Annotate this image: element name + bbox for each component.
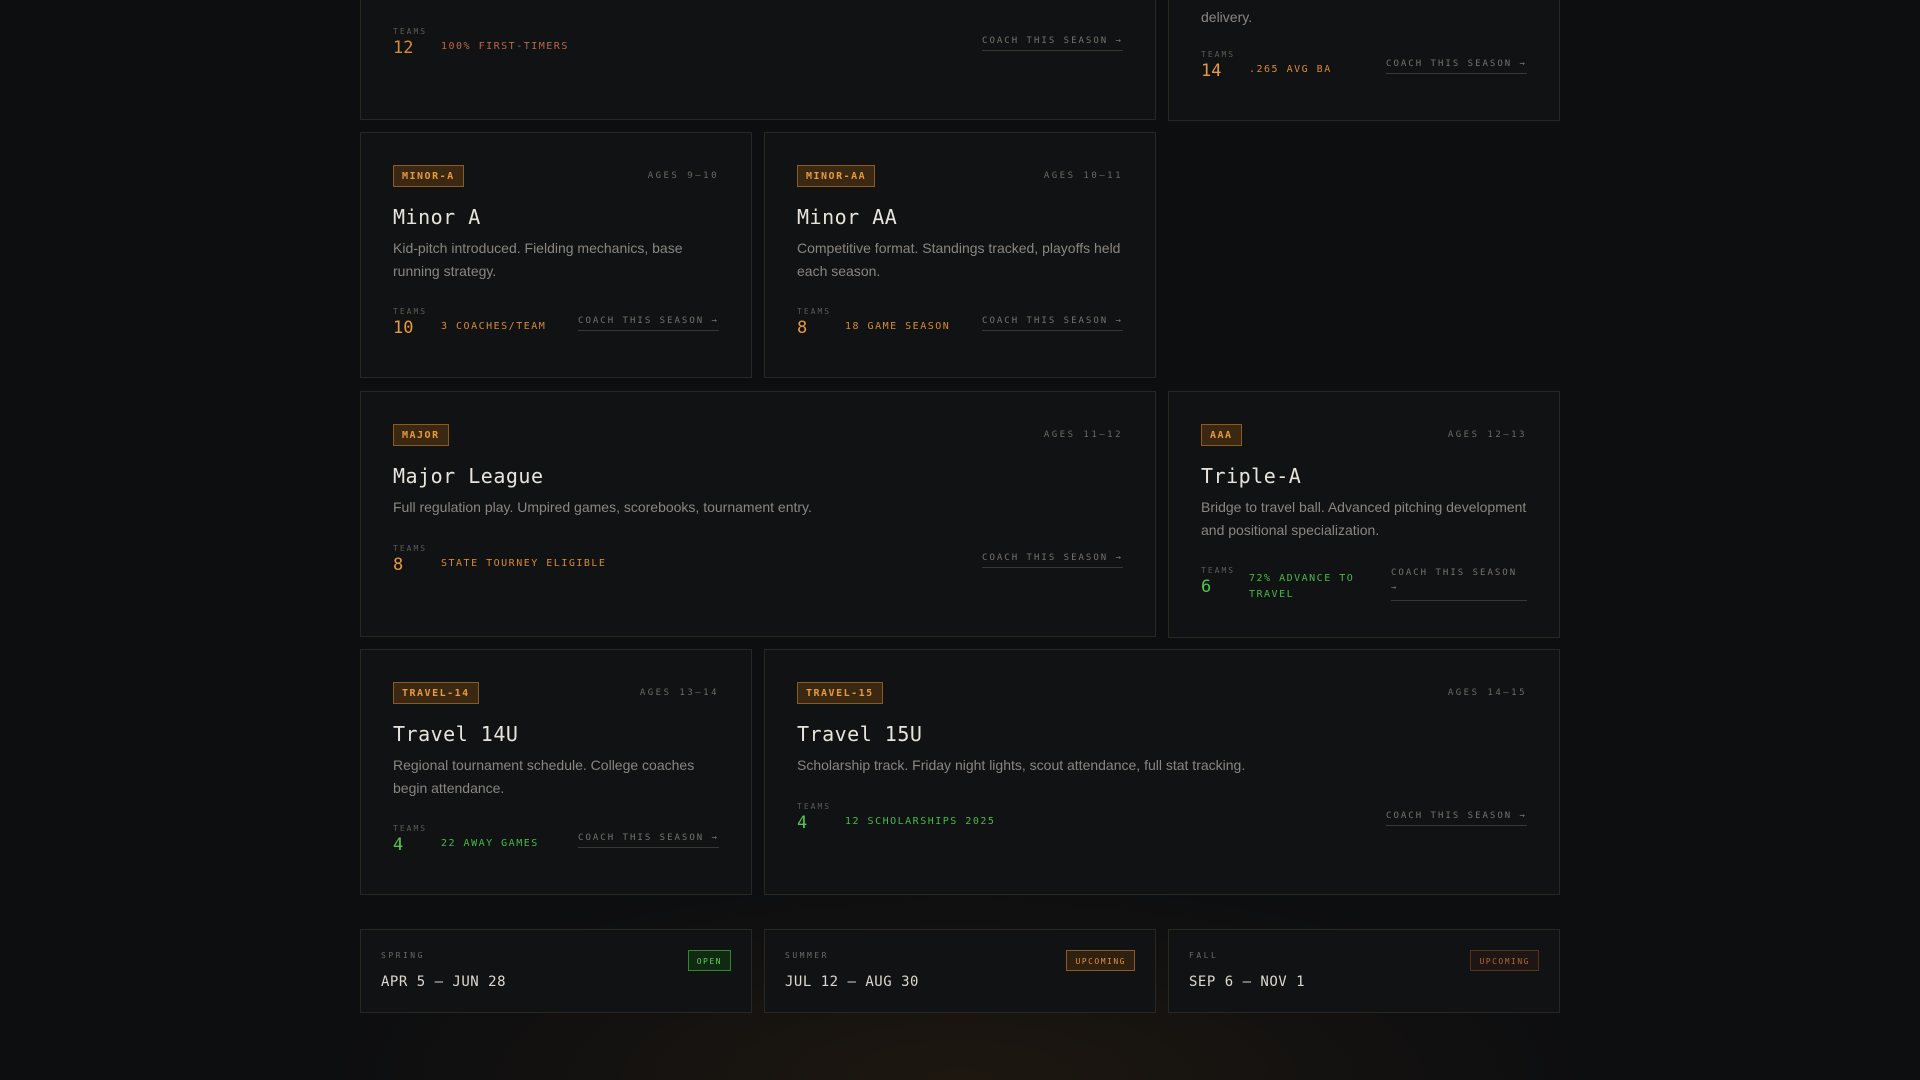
coach-this-season-link[interactable]: COACH THIS SEASON → [578, 316, 719, 331]
card-description: Regional tournament schedule. College co… [393, 757, 695, 796]
teams-count: 12 [393, 38, 414, 58]
division-card-minor-aa: MINOR-AA AGES 10–11 Minor AA Competitive… [764, 132, 1156, 378]
division-card-top-right: delivery. TEAMS 14 .265 AVG BA COACH THI… [1168, 0, 1560, 121]
teams-label: TEAMS [393, 824, 428, 833]
stat-note: 100% FIRST-TIMERS [441, 41, 569, 52]
stat-note: 12 SCHOLARSHIPS 2025 [845, 816, 996, 827]
age-range: AGES 13–14 [639, 688, 719, 698]
teams-count: 4 [797, 813, 808, 833]
teams-label: TEAMS [797, 307, 832, 316]
teams-count: 8 [393, 555, 404, 575]
coach-this-season-link[interactable]: COACH THIS SEASON → [982, 553, 1123, 568]
division-card-minor-a: MINOR-A AGES 9–10 Minor A Kid-pitch intr… [360, 132, 752, 378]
division-badge: TRAVEL-14 [393, 682, 479, 704]
teams-count: 10 [393, 318, 414, 338]
season-label: SUMMER [785, 951, 829, 960]
card-description: Competitive format. Standings tracked, p… [797, 240, 1121, 279]
teams-label: TEAMS [1201, 566, 1236, 575]
coach-this-season-link[interactable]: COACH THIS SEASON → [1386, 59, 1527, 74]
teams-count: 8 [797, 318, 808, 338]
coach-this-season-link[interactable]: COACH THIS SEASON → [1391, 566, 1527, 601]
card-description: Scholarship track. Friday night lights, … [797, 757, 1246, 773]
age-range: AGES 12–13 [1447, 430, 1527, 440]
division-title: Travel 14U [393, 722, 519, 746]
teams-count: 4 [393, 835, 404, 855]
card-description: Bridge to travel ball. Advanced pitching… [1201, 499, 1527, 538]
card-description: Kid-pitch introduced. Fielding mechanics… [393, 240, 683, 279]
season-card-fall: FALL SEP 6 – NOV 1 UPCOMING [1168, 929, 1560, 1013]
division-card-top-left: TEAMS 12 100% FIRST-TIMERS COACH THIS SE… [360, 0, 1156, 120]
division-card-aaa: AAA AGES 12–13 Triple-A Bridge to travel… [1168, 391, 1560, 638]
season-dates: APR 5 – JUN 28 [381, 974, 507, 990]
division-title: Major League [393, 464, 544, 488]
age-range: AGES 11–12 [1043, 430, 1123, 440]
teams-label: TEAMS [1201, 50, 1236, 59]
card-description: delivery. [1201, 9, 1253, 25]
coach-this-season-link[interactable]: COACH THIS SEASON → [578, 833, 719, 848]
division-badge: MINOR-AA [797, 165, 876, 187]
season-dates: JUL 12 – AUG 30 [785, 974, 919, 990]
teams-label: TEAMS [393, 27, 428, 36]
season-label: SPRING [381, 951, 425, 960]
status-badge: OPEN [687, 950, 731, 971]
teams-count: 14 [1201, 61, 1222, 81]
division-card-travel-14: TRAVEL-14 AGES 13–14 Travel 14U Regional… [360, 649, 752, 895]
division-card-travel-15: TRAVEL-15 AGES 14–15 Travel 15U Scholars… [764, 649, 1560, 895]
age-range: AGES 14–15 [1447, 688, 1527, 698]
division-badge: AAA [1201, 424, 1242, 446]
stat-note: 22 AWAY GAMES [441, 838, 539, 849]
division-title: Triple-A [1201, 464, 1302, 488]
teams-count: 6 [1201, 577, 1212, 597]
card-description: Full regulation play. Umpired games, sco… [393, 499, 812, 515]
status-badge: UPCOMING [1470, 950, 1539, 971]
coach-this-season-link[interactable]: COACH THIS SEASON → [982, 316, 1123, 331]
division-title: Travel 15U [797, 722, 923, 746]
division-badge: MINOR-A [393, 165, 464, 187]
stat-note: STATE TOURNEY ELIGIBLE [441, 558, 607, 569]
teams-label: TEAMS [393, 307, 428, 316]
stat-note: .265 AVG BA [1249, 64, 1332, 75]
stat-note: 72% ADVANCE TO TRAVEL [1249, 573, 1355, 600]
stat-note: 3 COACHES/TEAM [441, 321, 547, 332]
division-title: Minor AA [797, 205, 898, 229]
season-label: FALL [1189, 951, 1219, 960]
season-dates: SEP 6 – NOV 1 [1189, 974, 1306, 990]
coach-this-season-link[interactable]: COACH THIS SEASON → [982, 36, 1123, 51]
division-title: Minor A [393, 205, 481, 229]
teams-label: TEAMS [797, 802, 832, 811]
age-range: AGES 9–10 [647, 171, 719, 181]
coach-this-season-link[interactable]: COACH THIS SEASON → [1386, 811, 1527, 826]
teams-label: TEAMS [393, 544, 428, 553]
age-range: AGES 10–11 [1043, 171, 1123, 181]
status-badge: UPCOMING [1066, 950, 1135, 971]
division-badge: TRAVEL-15 [797, 682, 883, 704]
division-card-major: MAJOR AGES 11–12 Major League Full regul… [360, 391, 1156, 637]
stat-note: 18 GAME SEASON [845, 321, 951, 332]
division-badge: MAJOR [393, 424, 449, 446]
season-card-summer: SUMMER JUL 12 – AUG 30 UPCOMING [764, 929, 1156, 1013]
season-card-spring: SPRING APR 5 – JUN 28 OPEN [360, 929, 752, 1013]
